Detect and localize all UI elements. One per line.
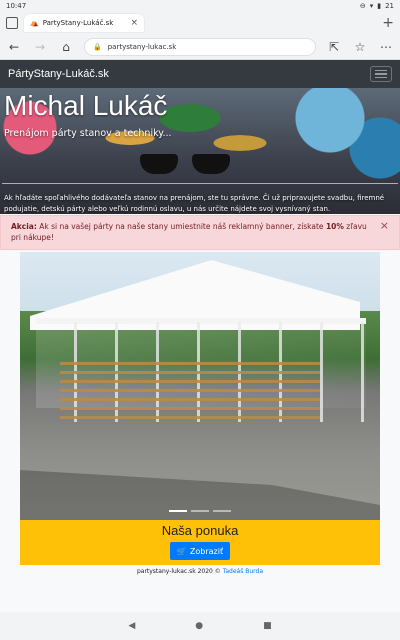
menu-icon[interactable]: ⋯ [378, 40, 394, 54]
open-in-new-icon[interactable]: ⇱ [326, 40, 342, 54]
browser-tab[interactable]: ⛺ PartyStany-Lukáč.sk × [24, 14, 144, 32]
new-tab-button[interactable]: + [382, 15, 394, 31]
show-offer-label: Zobraziť [189, 546, 224, 556]
wifi-icon: ▾ [369, 2, 374, 10]
battery-level: 21 [385, 2, 394, 10]
show-offer-button[interactable]: 🛒 Zobraziť [169, 542, 231, 560]
tabs-icon[interactable] [6, 17, 18, 29]
status-icons: ⊖ ▾ ▮ 21 [360, 2, 394, 10]
site-footer: partystany-lukac.sk 2020 © Tadeáš Burda [0, 568, 400, 575]
beer-benches [60, 362, 320, 422]
footer-text: partystany-lukac.sk 2020 © [136, 568, 223, 575]
sunglasses-image [140, 154, 230, 178]
system-navigation-bar: ◀ ● ■ [0, 612, 400, 640]
system-home-icon[interactable]: ● [195, 621, 203, 631]
carousel-indicator[interactable] [169, 510, 187, 512]
offer-title: Naša ponuka [161, 523, 239, 538]
tab-strip: ⛺ PartyStany-Lukáč.sk × + [0, 12, 400, 34]
forward-icon[interactable]: → [32, 40, 48, 54]
hero-subtitle: Prenájom párty stanov a techniky... [4, 128, 172, 139]
hero-text: Ak hľadáte spoľahlivého dodávateľa stano… [4, 194, 385, 213]
carousel-indicator[interactable] [213, 510, 231, 512]
tent-photo-carousel[interactable] [20, 252, 380, 520]
hero-banner: Michal Lukáč Prenájom párty stanov a tec… [0, 88, 400, 214]
url-field[interactable]: 🔒 partystany-lukac.sk [84, 37, 316, 56]
site-navbar: PártyStany-Lukáč.sk [0, 60, 400, 88]
favicon-icon: ⛺ [30, 19, 39, 27]
home-icon[interactable]: ⌂ [58, 40, 74, 54]
battery-icon: ▮ [377, 2, 382, 10]
do-not-disturb-icon: ⊖ [359, 2, 366, 10]
status-time: 10:47 [6, 2, 27, 10]
hero-title: Michal Lukáč [4, 90, 168, 121]
offer-section: Naša ponuka 🛒 Zobraziť [20, 520, 380, 565]
system-back-icon[interactable]: ◀ [128, 621, 135, 631]
carousel-indicators [20, 510, 380, 512]
tent-shadow [20, 470, 380, 520]
alert-label: Akcia: [11, 222, 37, 231]
tab-title: PartyStany-Lukáč.sk [42, 19, 114, 27]
system-recents-icon[interactable]: ■ [263, 621, 272, 631]
url-text: partystany-lukac.sk [107, 42, 177, 51]
carousel-indicator[interactable] [191, 510, 209, 512]
site-brand[interactable]: PártyStany-Lukáč.sk [8, 68, 109, 80]
hero-divider [2, 183, 398, 184]
alert-highlight: 10% [325, 222, 344, 231]
alert-close-icon[interactable]: × [380, 220, 389, 231]
status-bar: 10:47 ⊖ ▾ ▮ 21 [0, 0, 400, 12]
back-icon[interactable]: ← [6, 40, 22, 54]
alert-text-before: Ak si na vašej párty na naše stany umies… [36, 222, 326, 231]
footer-author-link[interactable]: Tadeáš Burda [223, 568, 263, 575]
web-page: PártyStany-Lukáč.sk Michal Lukáč Prenájo… [0, 60, 400, 612]
promo-alert: Akcia: Ak si na vašej párty na naše stan… [0, 215, 400, 250]
cart-icon: 🛒 [176, 546, 187, 556]
tab-close-icon[interactable]: × [130, 18, 138, 28]
hamburger-menu-icon[interactable] [370, 66, 392, 82]
lock-icon[interactable]: 🔒 [93, 43, 102, 51]
favorites-icon[interactable]: ☆ [352, 40, 368, 54]
address-bar: ← → ⌂ 🔒 partystany-lukac.sk ⇱ ☆ ⋯ [0, 34, 400, 60]
